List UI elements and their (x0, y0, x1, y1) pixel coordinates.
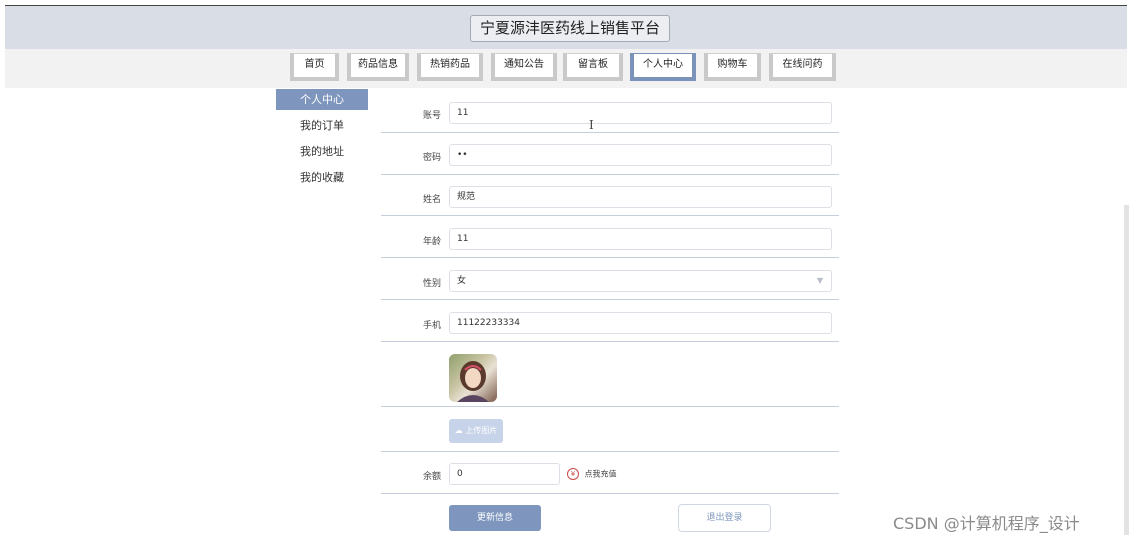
sidebar-item-my-favorites[interactable]: 我的收藏 (276, 165, 368, 191)
nav-item-cart[interactable]: 购物车 (704, 53, 761, 81)
form-row-name: 姓名 规范 (381, 175, 839, 216)
form-row-upload: ☁ 上传图片 (381, 407, 839, 452)
yen-icon: ¥ (567, 468, 579, 480)
phone-label: 手机 (422, 321, 441, 331)
form-row-phone: 手机 11122233334 (381, 300, 839, 342)
sidebar-item-my-address[interactable]: 我的地址 (276, 139, 368, 165)
upload-image-button[interactable]: ☁ 上传图片 (449, 419, 503, 443)
watermark: CSDN @计算机程序_设计 (893, 514, 1080, 533)
gender-label: 性别 (422, 279, 441, 289)
cloud-upload-icon: ☁ (454, 426, 463, 435)
nav-item-notices[interactable]: 通知公告 (491, 53, 557, 81)
name-label: 姓名 (422, 195, 441, 205)
nav-item-home[interactable]: 首页 (290, 53, 339, 81)
recharge-label: 点我充值 (584, 469, 617, 479)
account-label: 账号 (422, 111, 441, 121)
gender-value: 女 (457, 276, 467, 286)
chevron-down-icon: ▼ (816, 276, 823, 285)
update-info-button[interactable]: 更新信息 (449, 505, 541, 531)
form-row-age: 年龄 11 (381, 216, 839, 258)
sidebar: 个人中心 我的订单 我的地址 我的收藏 (276, 89, 368, 191)
account-field[interactable]: 11 (449, 102, 832, 124)
site-title: 宁夏源沣医药线上销售平台 (470, 15, 671, 42)
sidebar-item-personal-center[interactable]: 个人中心 (276, 89, 368, 110)
form-row-gender: 性别 女 ▼ (381, 258, 839, 300)
nav-item-online-consult[interactable]: 在线问药 (769, 53, 836, 81)
form-row-account: 账号 11 (381, 97, 839, 133)
age-label: 年龄 (422, 237, 441, 247)
recharge-link[interactable]: ¥ 点我充值 (567, 468, 617, 480)
nav-item-drug-info[interactable]: 药品信息 (347, 53, 409, 81)
password-field[interactable]: •• (449, 144, 832, 166)
name-field[interactable]: 规范 (449, 186, 832, 208)
balance-label: 余额 (422, 472, 441, 482)
upload-image-label: 上传图片 (465, 426, 498, 435)
form-row-avatar (381, 342, 839, 407)
nav-item-personal-center[interactable]: 个人中心 (630, 53, 696, 81)
balance-field[interactable]: 0 (449, 463, 560, 485)
gender-select[interactable]: 女 ▼ (449, 270, 832, 292)
avatar (449, 354, 497, 402)
scrollbar[interactable] (1124, 205, 1129, 535)
nav-item-message-board[interactable]: 留言板 (563, 53, 623, 81)
nav-bar: 首页 药品信息 热销药品 通知公告 留言板 个人中心 购物车 在线问药 (5, 49, 1127, 88)
logout-button[interactable]: 退出登录 (678, 504, 771, 532)
form-row-password: 密码 •• (381, 133, 839, 175)
password-label: 密码 (422, 153, 441, 163)
text-cursor-icon: I (589, 118, 594, 132)
age-field[interactable]: 11 (449, 228, 832, 250)
phone-field[interactable]: 11122233334 (449, 312, 832, 334)
form-row-balance: 余额 0 ¥ 点我充值 (381, 452, 839, 494)
header-bar: 宁夏源沣医药线上销售平台 (5, 5, 1127, 49)
sidebar-item-my-orders[interactable]: 我的订单 (276, 113, 368, 139)
avatar-portrait-icon (457, 361, 489, 402)
nav-item-hot-drugs[interactable]: 热销药品 (417, 53, 483, 81)
